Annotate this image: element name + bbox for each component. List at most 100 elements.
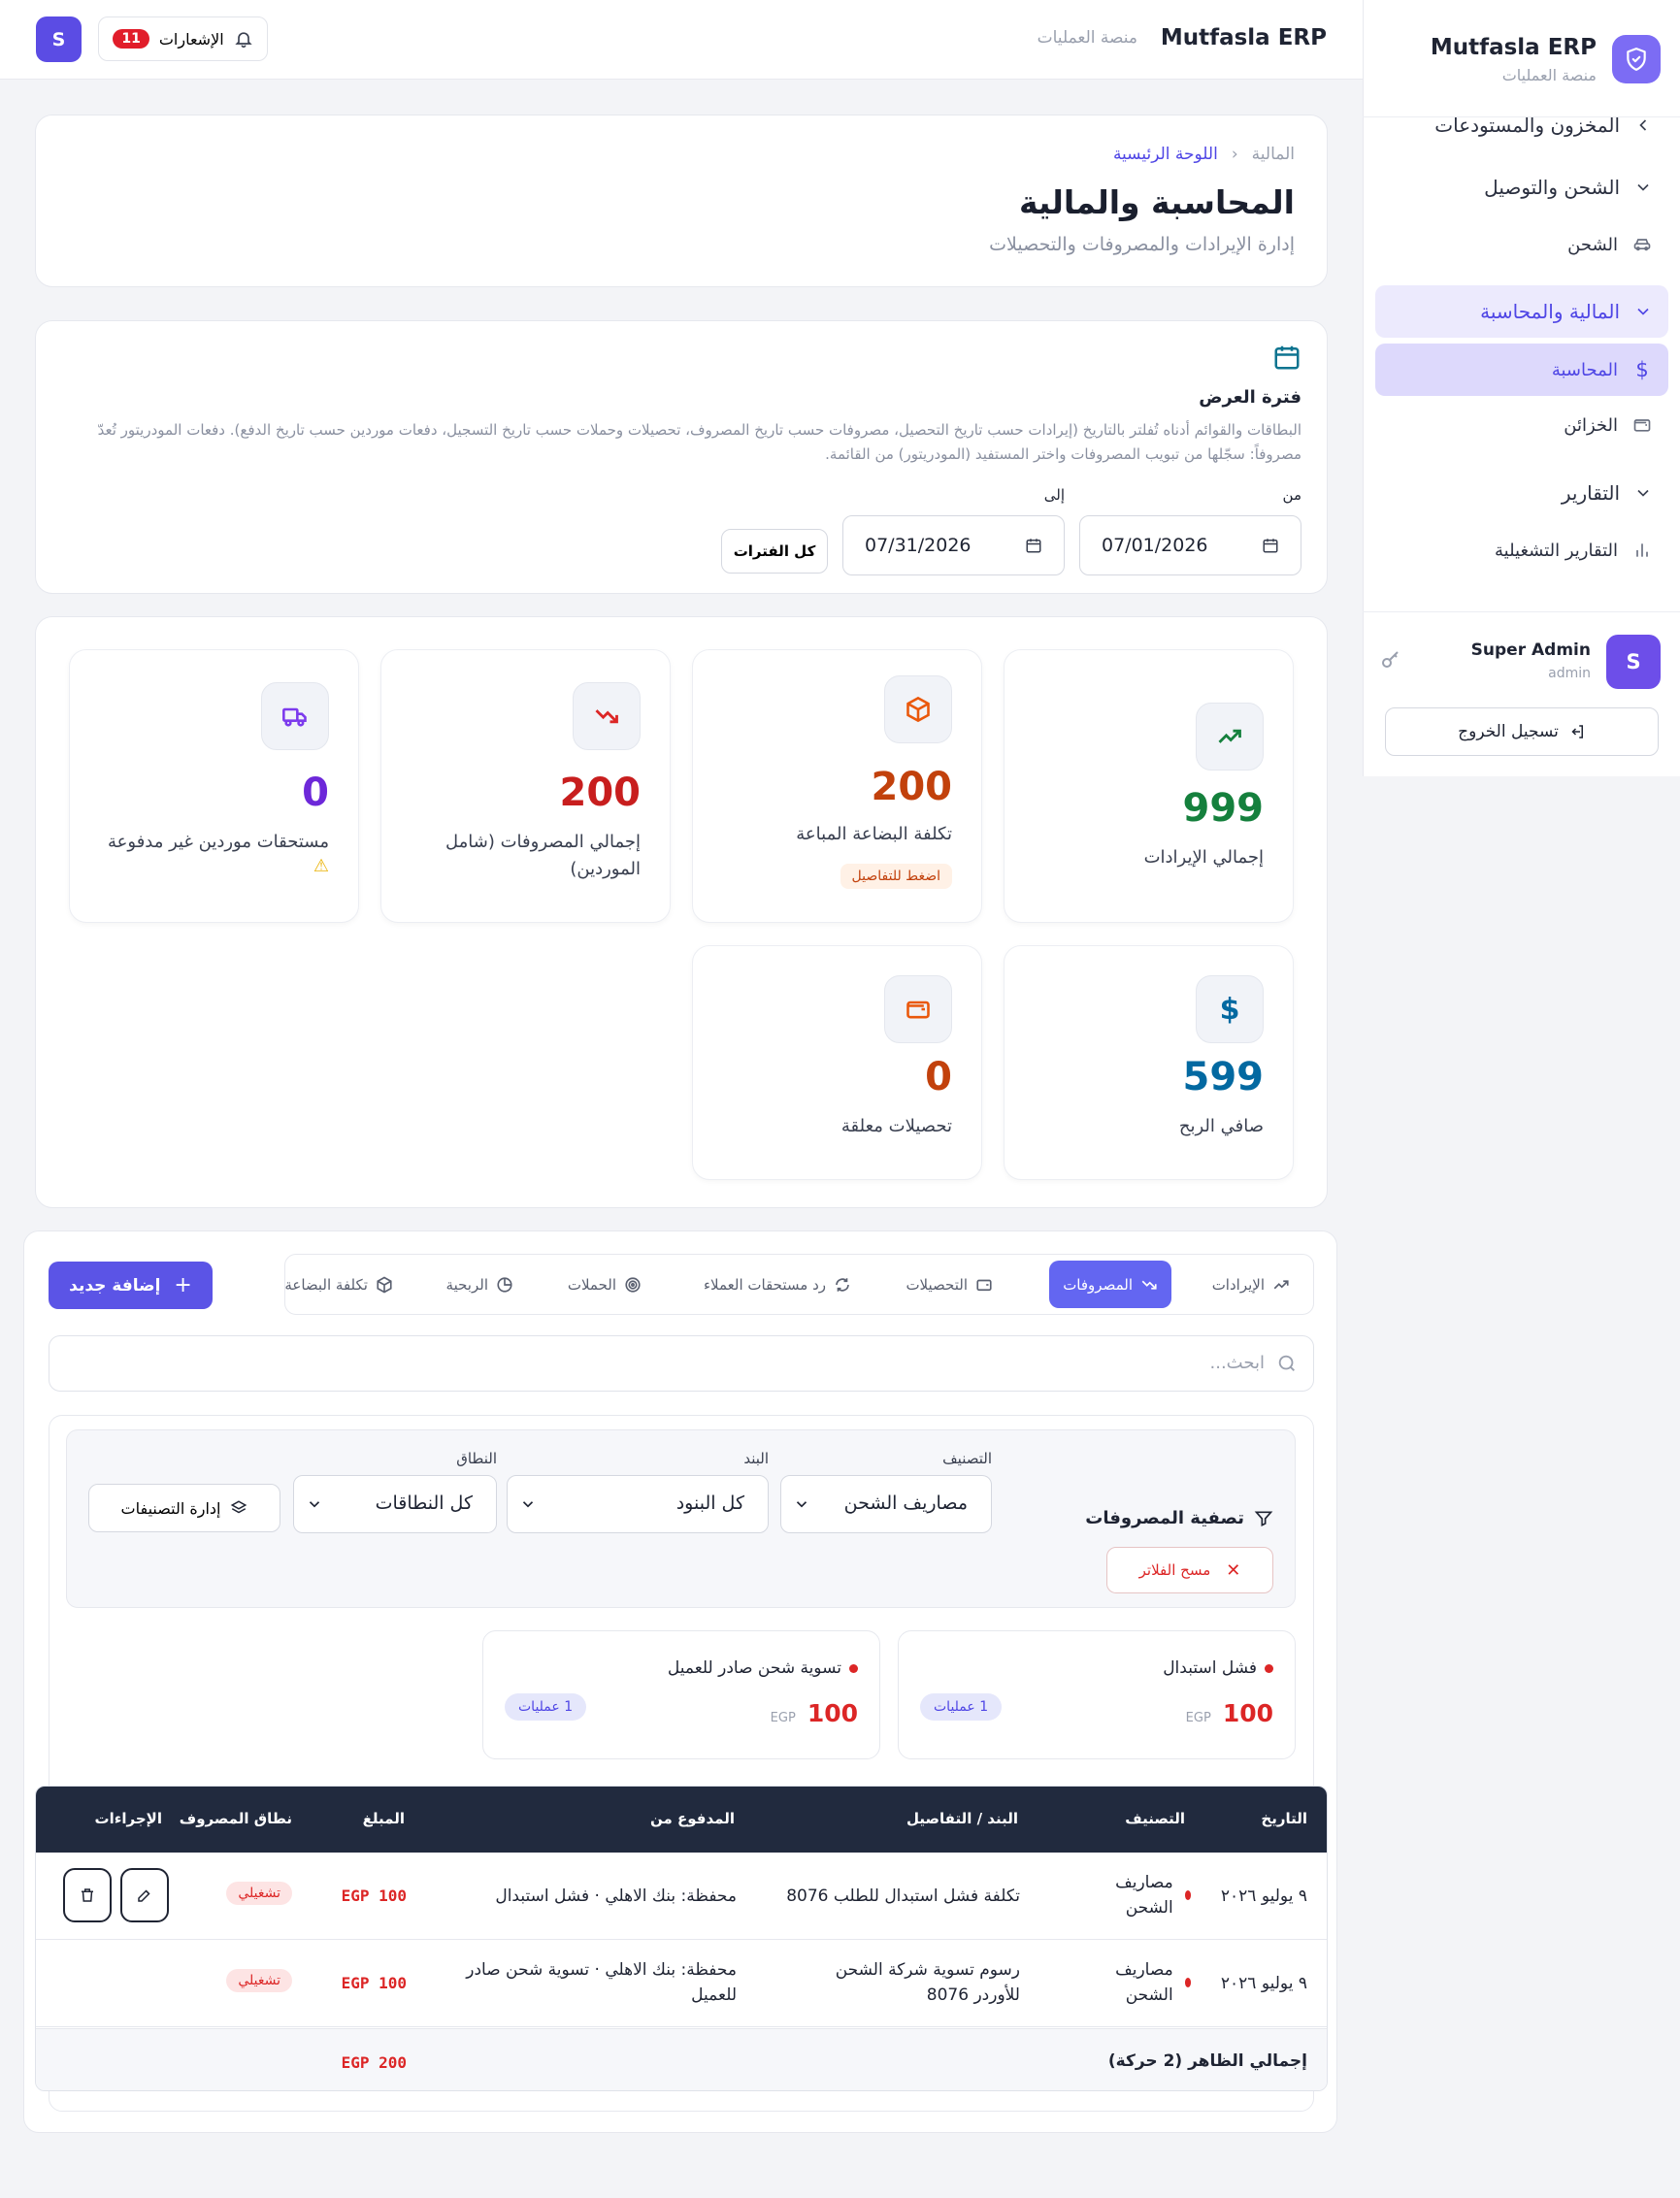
sidebar-item-reports-group[interactable]: التقارير	[1375, 467, 1668, 519]
stat-card-cogs[interactable]: 200 تكلفة البضاعة المباعة اضغط للتفاصيل	[692, 649, 982, 923]
stat-card-pending-collections[interactable]: 0 تحصيلات معلقة	[692, 945, 982, 1180]
calendar-icon	[1263, 539, 1278, 553]
clear-filters-label: مسح الفلاتر	[1138, 1561, 1211, 1579]
stat-card-supplier-dues[interactable]: 0 مستحقات موردين غير مدفوعة ⚠	[69, 649, 359, 923]
stats-card: 999 إجمالي الإيرادات 200 تكلفة البضاعة ا…	[35, 616, 1328, 1208]
to-label: إلى	[1043, 486, 1065, 504]
stat-card-net-profit[interactable]: $ 599 صافي الربح	[1004, 945, 1294, 1180]
row-amount: EGP 100	[341, 1886, 407, 1905]
refresh-icon	[836, 1277, 849, 1292]
stat-label: إجمالي الإيرادات	[1143, 847, 1264, 868]
details-pill[interactable]: اضغط للتفاصيل	[840, 864, 952, 889]
summary-name-label: تسوية شحن صادر للعميل	[667, 1658, 841, 1678]
sidebar-item-inventory[interactable]: المخزون والمستودعات	[1375, 99, 1668, 151]
stat-label: إجمالي المصروفات (شامل الموردين)	[445, 832, 641, 879]
filter-title-label: تصفية المصروفات	[1085, 1508, 1244, 1528]
sidebar-item-label: المالية والمحاسبة	[1480, 300, 1620, 323]
filter-panel: تصفية المصروفات ✕ مسح الفلاتر التصنيف مص…	[66, 1429, 1296, 1608]
column-header: التصنيف	[1125, 1810, 1185, 1827]
column-header: المبلغ	[362, 1810, 405, 1827]
period-title: فترة العرض	[1199, 387, 1301, 408]
breadcrumb-item[interactable]: المالية	[1252, 145, 1295, 164]
item-select[interactable]: كل البنود	[507, 1475, 769, 1533]
row-details: تكلفة فشل استبدال للطلب 8076	[786, 1886, 1020, 1906]
sidebar-item-accounting[interactable]: $ المحاسبة	[1375, 344, 1668, 396]
tab-expenses[interactable]: المصروفات	[1049, 1261, 1171, 1308]
category-value: مصاريف الشحن	[843, 1493, 968, 1514]
manage-categories-label: إدارة التصنيفات	[120, 1498, 221, 1518]
scope-select[interactable]: كل النطاقات	[293, 1475, 497, 1533]
chevron-down-icon	[796, 1501, 807, 1508]
sidebar-item-treasuries[interactable]: الخزائن	[1375, 399, 1668, 451]
breadcrumb: المالية ‹ اللوحة الرئيسية	[1113, 145, 1295, 164]
warning-icon: ⚠	[313, 856, 329, 876]
tab-cogs[interactable]: تكلفة البضاعة	[271, 1261, 407, 1308]
ops-badge: 1 عمليات	[920, 1693, 1003, 1721]
search-placeholder: ابحث...	[1209, 1353, 1265, 1373]
summary-amount-value: 100	[1222, 1699, 1273, 1727]
table-row[interactable]: ٩ يوليو ٢٠٢٦ مصاريف الشحن رسوم تسوية شرك…	[36, 1940, 1327, 2027]
avatar: S	[1606, 635, 1661, 689]
page-header-card: المالية ‹ اللوحة الرئيسية المحاسبة والما…	[35, 115, 1328, 287]
row-category: مصاريف الشحن	[1104, 1870, 1191, 1920]
category-select[interactable]: مصاريف الشحن	[780, 1475, 992, 1533]
summary-currency: EGP	[1185, 1711, 1211, 1725]
tab-profitability[interactable]: الربحية	[433, 1261, 527, 1308]
summary-currency: EGP	[770, 1711, 796, 1725]
search-input[interactable]: ابحث...	[49, 1335, 1314, 1392]
dollar-icon: $	[1635, 358, 1649, 381]
sidebar-item-label: المحاسبة	[1551, 359, 1618, 380]
edit-button[interactable]	[120, 1868, 169, 1922]
item-label: البند	[743, 1450, 769, 1467]
logout-button[interactable]: تسجيل الخروج	[1385, 707, 1659, 756]
key-icon[interactable]	[1379, 648, 1402, 672]
stat-card-expenses[interactable]: 200 إجمالي المصروفات (شامل الموردين)	[380, 649, 671, 923]
stat-value: 999	[1182, 786, 1265, 831]
pie-icon	[497, 1276, 512, 1293]
sidebar-item-operational-reports[interactable]: التقارير التشغيلية	[1375, 524, 1668, 576]
add-new-button[interactable]: + إضافة جديد	[49, 1262, 213, 1309]
breadcrumb-item-current[interactable]: اللوحة الرئيسية	[1113, 145, 1218, 164]
clear-filters-button[interactable]: ✕ مسح الفلاتر	[1106, 1547, 1273, 1593]
row-date: ٩ يوليو ٢٠٢٦	[1220, 1974, 1307, 1993]
table-row[interactable]: ٩ يوليو ٢٠٢٦ مصاريف الشحن تكلفة فشل استب…	[36, 1853, 1327, 1940]
sidebar-item-shipping[interactable]: الشحن	[1375, 218, 1668, 271]
sidebar-item-shipping-group[interactable]: الشحن والتوصيل	[1375, 161, 1668, 213]
bell-icon	[234, 32, 252, 49]
trending-down-icon	[1141, 1280, 1157, 1290]
date-to-input[interactable]: 07/31/2026	[842, 515, 1065, 575]
layers-icon	[231, 1500, 247, 1514]
date-from-input[interactable]: 07/01/2026	[1079, 515, 1301, 575]
ops-badge: 1 عمليات	[505, 1693, 587, 1721]
notifications-button[interactable]: الإشعارات 11	[98, 16, 268, 61]
stat-value: 0	[302, 771, 329, 815]
tab-campaigns[interactable]: الحملات	[554, 1261, 655, 1308]
sidebar-item-finance-group[interactable]: المالية والمحاسبة	[1375, 285, 1668, 338]
search-icon	[1278, 1355, 1295, 1371]
sidebar-brand: Mutfasla ERP منصة العمليات	[1379, 31, 1661, 84]
avatar[interactable]: S	[36, 16, 82, 62]
all-periods-button[interactable]: كل الفترات	[721, 529, 828, 574]
tab-revenue[interactable]: الإيرادات	[1199, 1261, 1303, 1308]
delete-button[interactable]	[63, 1868, 112, 1922]
stat-value: 0	[925, 1055, 952, 1099]
sidebar-brand-subtitle: منصة العمليات	[1501, 66, 1597, 84]
user-role: admin	[1548, 666, 1591, 681]
target-icon	[625, 1276, 641, 1293]
from-label: من	[1282, 486, 1301, 504]
manage-categories-button[interactable]: إدارة التصنيفات	[88, 1484, 280, 1532]
truck-icon	[261, 682, 329, 750]
topbar-brand-name: Mutfasla ERP	[1160, 25, 1327, 50]
user-name: Super Admin	[1470, 640, 1591, 660]
stat-card-revenue[interactable]: 999 إجمالي الإيرادات	[1004, 649, 1294, 923]
tab-customer-refunds[interactable]: رد مستحقات العملاء	[690, 1261, 865, 1308]
trending-up-icon	[1273, 1279, 1289, 1289]
notifications-count-badge: 11	[113, 29, 149, 49]
tab-collections[interactable]: التحصيلات	[892, 1261, 1006, 1308]
wallet-icon	[1631, 414, 1653, 436]
calendar-icon	[1274, 345, 1300, 370]
chevron-down-icon	[1637, 308, 1649, 315]
row-category-label: مصاريف الشحن	[1115, 1873, 1173, 1918]
status-dot	[849, 1663, 858, 1673]
summary-amount: EGP 100	[771, 1699, 858, 1727]
